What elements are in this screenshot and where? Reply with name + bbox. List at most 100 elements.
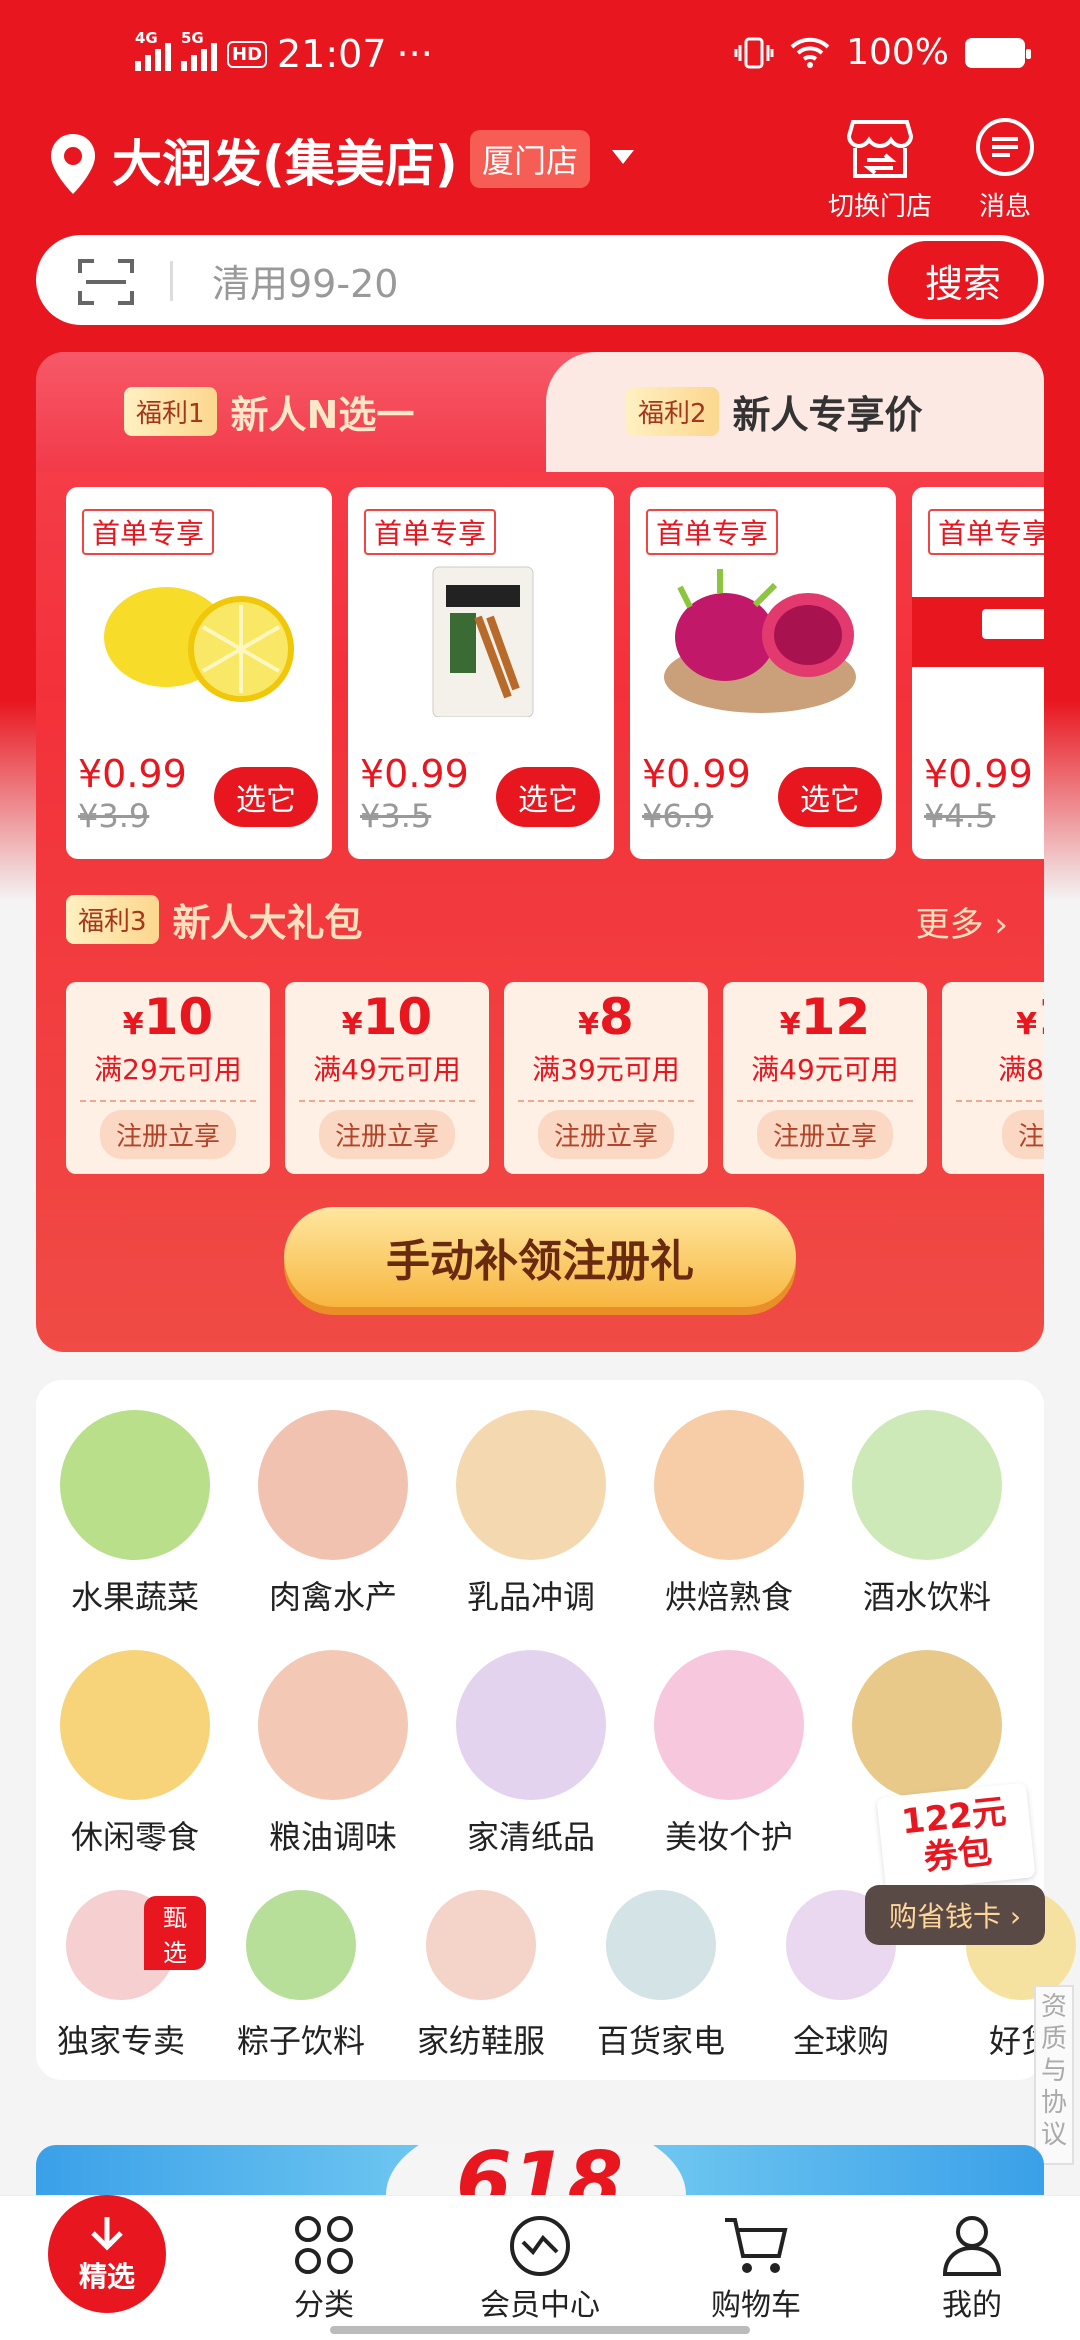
register-claim-button[interactable]: 注册立享: [756, 1110, 893, 1159]
original-price: ¥3.5: [360, 797, 432, 835]
category-item[interactable]: 独家专卖 甄选: [36, 1890, 206, 2062]
category-label: 烘焙熟食: [664, 1578, 793, 1616]
product-row: 首单专享 ¥0.99 ¥3.9 选它 首单专享 ¥0.99 ¥3.5 选它 首单…: [66, 487, 1044, 862]
tab-new-user-pick[interactable]: 福利1 新人N选一: [36, 352, 596, 472]
search-bar[interactable]: 清用99-20 搜索: [36, 235, 1044, 325]
savings-card-widget[interactable]: 122元 券包 购省钱卡 ›: [865, 1782, 1045, 1960]
category-image: [456, 1410, 606, 1560]
category-item[interactable]: 肉禽水产: [248, 1410, 418, 1618]
tab-title: 新人N选一: [230, 393, 415, 437]
product-card[interactable]: 首单专享 ¥0.99 ¥3.9 选它: [66, 487, 332, 859]
coupon-card[interactable]: ¥1 满89元 注册: [942, 982, 1044, 1174]
category-item[interactable]: 酒水饮料: [842, 1410, 1012, 1618]
tab-new-user-price[interactable]: 福利2 新人专享价: [546, 352, 1044, 472]
featured-badge: 甄选: [144, 1896, 206, 1970]
category-label: 乳品冲调: [466, 1578, 595, 1616]
scan-icon[interactable]: [76, 257, 136, 307]
hd-badge: HD: [227, 40, 268, 68]
coupon-row: ¥10 满29元可用 注册立享 ¥10 满49元可用 注册立享 ¥8 满39元可…: [66, 982, 1044, 1182]
category-item[interactable]: 粮油调味: [248, 1650, 418, 1858]
register-claim-button[interactable]: 注册: [1001, 1110, 1044, 1159]
switch-store-icon: [846, 120, 914, 178]
tab-category[interactable]: 分类: [224, 2196, 424, 2324]
switch-store-button[interactable]: 切换门店: [828, 116, 932, 223]
tab-label: 精选: [78, 2260, 135, 2293]
coupon-amount: ¥12: [779, 988, 871, 1046]
product-price: ¥0.99: [360, 752, 469, 796]
select-button[interactable]: 选它: [214, 767, 318, 827]
category-image: [60, 1650, 210, 1800]
original-price: ¥6.9: [642, 797, 714, 835]
battery-icon: [965, 37, 1031, 68]
category-item[interactable]: 水果蔬菜: [50, 1410, 220, 1618]
claim-register-gift-button[interactable]: 手动补领注册礼: [284, 1207, 796, 1307]
category-item[interactable]: 烘焙熟食: [644, 1410, 814, 1618]
category-item[interactable]: 休闲零食: [50, 1650, 220, 1858]
tab-label: 我的: [942, 2288, 1002, 2323]
category-label: 粮油调味: [268, 1818, 397, 1856]
coupon-condition: 满49元可用: [751, 1053, 899, 1086]
category-image: [246, 1890, 356, 2000]
category-label: 美妆个护: [664, 1818, 793, 1856]
location-pin-icon: [51, 134, 95, 194]
more-link[interactable]: 更多 ›: [916, 897, 1008, 946]
category-label: 酒水饮料: [862, 1578, 991, 1616]
tab-cart[interactable]: 购物车: [656, 2196, 856, 2324]
select-button[interactable]: 选它: [778, 767, 882, 827]
tab-label: 会员中心: [480, 2288, 600, 2323]
coupon-card[interactable]: ¥12 满49元可用 注册立享: [723, 982, 927, 1174]
toothpaste-image: [912, 597, 1044, 667]
category-item[interactable]: 乳品冲调: [446, 1410, 616, 1618]
product-price: ¥0.99: [642, 752, 751, 796]
tab-member-center[interactable]: 会员中心: [440, 2196, 640, 2324]
product-card[interactable]: 首单专享 ¥0.99 ¥6.9 选它: [630, 487, 896, 859]
gift-pack-header: 福利3 新人大礼包: [66, 892, 363, 947]
product-price: ¥0.99: [78, 752, 187, 796]
first-order-tag: 首单专享: [928, 509, 1044, 555]
tab-title: 新人专享价: [732, 393, 923, 437]
coupon-amount: ¥10: [122, 988, 214, 1046]
register-claim-button[interactable]: 注册立享: [99, 1110, 236, 1159]
cart-icon: [725, 2218, 788, 2273]
register-claim-button[interactable]: 注册立享: [318, 1110, 455, 1159]
category-label: 粽子饮料: [236, 2022, 365, 2060]
category-image: [258, 1410, 408, 1560]
category-item[interactable]: 粽子饮料: [216, 1890, 386, 2062]
dragon-fruit-image: [664, 569, 856, 713]
chevron-down-icon[interactable]: [612, 150, 634, 164]
new-user-promo-panel: 福利1 新人N选一 福利2 新人专享价 首单专享 ¥0.99 ¥3.9 选它 首…: [36, 352, 1044, 1352]
coupon-card[interactable]: ¥8 满39元可用 注册立享: [504, 982, 708, 1174]
benefit-tag: 福利2: [626, 387, 719, 436]
search-input[interactable]: 清用99-20: [212, 253, 398, 308]
store-name[interactable]: 大润发(集美店): [112, 124, 458, 196]
category-item[interactable]: 百货家电: [576, 1890, 746, 2062]
coupon-card[interactable]: ¥10 满29元可用 注册立享: [66, 982, 270, 1174]
status-dots: ···: [396, 32, 433, 76]
qualification-agreement-tab[interactable]: 资质与协议: [1034, 1985, 1074, 2165]
product-card[interactable]: 首单专享 ¥0.99 ¥4.5: [912, 487, 1044, 859]
category-image: [654, 1410, 804, 1560]
category-label: 肉禽水产: [268, 1578, 397, 1616]
category-image: [456, 1650, 606, 1800]
category-image: [258, 1650, 408, 1800]
category-image: [852, 1650, 1002, 1800]
city-badge[interactable]: 厦门店: [470, 130, 591, 188]
coupon-card[interactable]: ¥10 满49元可用 注册立享: [285, 982, 489, 1174]
category-item[interactable]: 美妆个护: [644, 1650, 814, 1858]
tab-featured[interactable]: 精选: [48, 2195, 166, 2313]
tab-label: 分类: [294, 2288, 354, 2323]
search-button[interactable]: 搜索: [888, 241, 1038, 319]
category-item[interactable]: 家纺鞋服: [396, 1890, 566, 2062]
register-claim-button[interactable]: 注册立享: [537, 1110, 674, 1159]
select-button[interactable]: 选它: [496, 767, 600, 827]
category-image: [60, 1410, 210, 1560]
tab-mine[interactable]: 我的: [872, 2196, 1072, 2324]
category-label: 水果蔬菜: [70, 1578, 199, 1616]
messages-button[interactable]: 消息: [972, 116, 1038, 223]
message-icon: [976, 118, 1034, 176]
savings-card-label: 购省钱卡 ›: [865, 1885, 1045, 1945]
first-order-tag: 首单专享: [646, 509, 779, 555]
category-label: 休闲零食: [70, 1818, 199, 1856]
category-item[interactable]: 家清纸品: [446, 1650, 616, 1858]
product-card[interactable]: 首单专享 ¥0.99 ¥3.5 选它: [348, 487, 614, 859]
